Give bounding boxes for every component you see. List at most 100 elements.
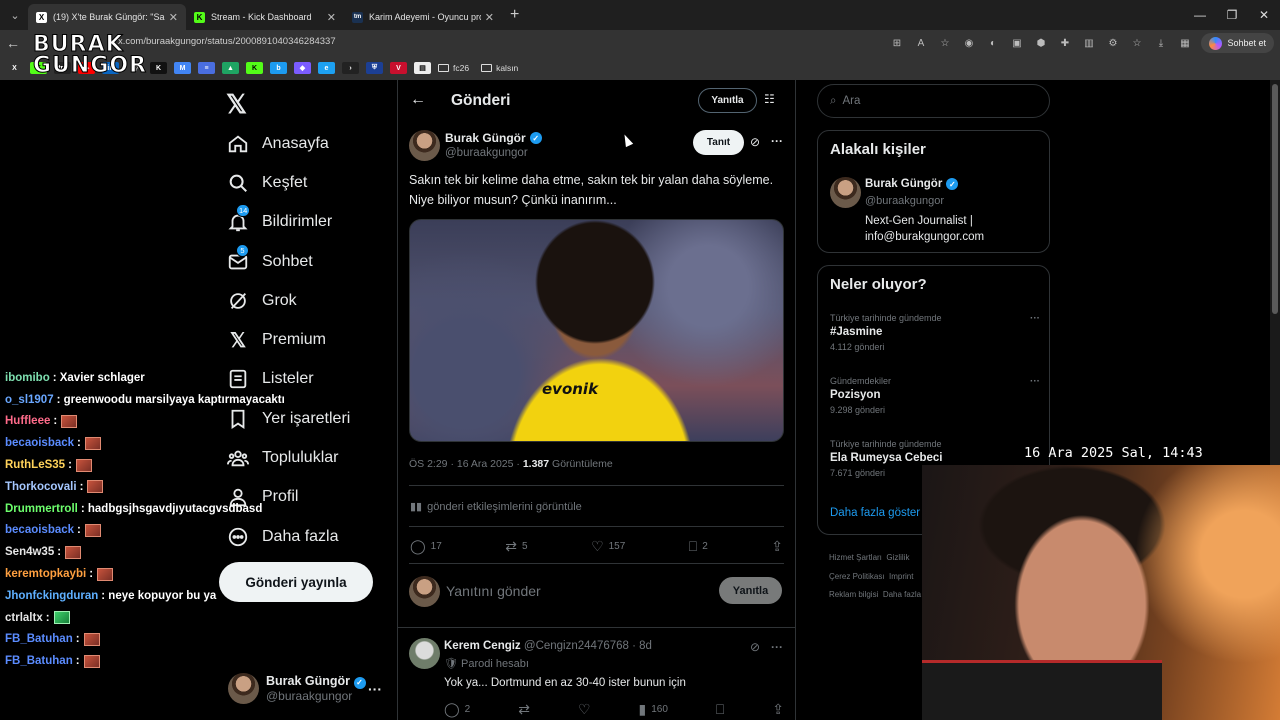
account-more-icon[interactable]: ··· xyxy=(368,681,382,697)
bookmark-kick-alt-icon[interactable]: K xyxy=(150,62,167,74)
nav-item-grok[interactable]: Grok xyxy=(226,281,350,320)
reply-author[interactable]: Kerem Cengiz @Cengizn24476768 · 8d xyxy=(444,640,652,652)
grok-explain-icon[interactable]: ⊘ xyxy=(750,640,760,654)
post-handle[interactable]: @buraakgungor xyxy=(445,147,528,159)
extension-icon[interactable]: ⬢ xyxy=(1029,35,1053,51)
search-icon: ⌕ xyxy=(830,94,837,107)
post-author[interactable]: Burak Güngör ✓ xyxy=(445,131,542,145)
extension-icon[interactable]: ⚙ xyxy=(1101,35,1125,51)
page-title: Gönderi xyxy=(451,92,511,109)
copilot-chat-button[interactable]: Sohbet et xyxy=(1201,33,1274,53)
like-action[interactable]: ♡ 157 xyxy=(591,538,625,555)
bookmark-kick-2-icon[interactable]: K xyxy=(246,62,263,74)
browser-tab-kick[interactable]: K Stream - Kick Dashboard ✕ xyxy=(186,4,344,30)
x-logo-icon[interactable]: 𝕏 xyxy=(226,89,247,120)
url-field[interactable]: x.com/buraakgungor/status/20008910403462… xyxy=(118,36,336,47)
follow-button[interactable]: Tanıt xyxy=(693,130,744,155)
close-tab-icon[interactable]: ✕ xyxy=(485,11,494,24)
footer-link[interactable]: Hizmet Şartları xyxy=(829,553,882,562)
footer-link[interactable]: Çerez Politikası xyxy=(829,572,885,581)
like-action[interactable]: ♡ xyxy=(578,701,591,718)
footer-link[interactable]: Imprint xyxy=(889,572,913,581)
app-install-icon[interactable]: ⊞ xyxy=(885,35,909,51)
nav-item-home[interactable]: Anasayfa xyxy=(226,124,350,163)
repost-action[interactable]: ⇄ xyxy=(518,701,530,718)
bookmark-x-icon[interactable]: X xyxy=(6,62,23,74)
header-reply-button[interactable]: Yanıtla xyxy=(698,88,757,113)
show-more-link[interactable]: Daha fazla göster xyxy=(830,507,920,519)
favorite-star-icon[interactable]: ☆ xyxy=(933,35,957,51)
close-tab-icon[interactable]: ✕ xyxy=(169,11,178,24)
window-close-icon[interactable]: ✕ xyxy=(1248,8,1280,22)
reply-action[interactable]: ◯ 17 xyxy=(410,538,442,555)
favorites-icon[interactable]: ☆ xyxy=(1125,35,1149,51)
extension-icon[interactable]: ◉ xyxy=(957,35,981,51)
collections-icon[interactable]: ▦ xyxy=(1173,35,1197,51)
scrollbar-thumb[interactable] xyxy=(1272,84,1278,314)
bookmark-action[interactable]: ⎕ 2 xyxy=(689,538,708,555)
tab-search-chevron-icon[interactable]: ⌄ xyxy=(2,4,28,26)
repost-count: 5 xyxy=(522,541,528,552)
share-action[interactable]: ⇪ xyxy=(772,701,784,718)
back-arrow-icon[interactable]: ← xyxy=(0,35,26,51)
split-screen-icon[interactable]: ▥ xyxy=(1077,35,1101,51)
chat-username: Sen4w35 xyxy=(5,546,55,559)
maximize-icon[interactable]: ❐ xyxy=(1216,8,1248,22)
nav-item-premium[interactable]: 𝕏 Premium xyxy=(226,320,350,359)
new-tab-icon[interactable]: + xyxy=(510,6,519,24)
extension-icon[interactable]: ◐ xyxy=(981,35,1005,51)
bookmark-gmail-icon[interactable]: M xyxy=(174,62,191,74)
bookmark-purple-icon[interactable]: ◆ xyxy=(294,62,311,74)
repost-action[interactable]: ⇄ 5 xyxy=(505,538,527,555)
nav-item-notifications[interactable]: 14 Bildirimler xyxy=(226,203,350,242)
bookmark-v-icon[interactable]: V xyxy=(390,62,407,74)
reply-submit-button[interactable]: Yanıtla xyxy=(719,577,782,604)
related-person-name[interactable]: Burak Güngör ✓ xyxy=(865,178,959,190)
views-action[interactable]: ▮ 160 xyxy=(638,701,667,718)
back-arrow-icon[interactable]: ← xyxy=(410,91,426,109)
bookmark-shield-icon[interactable]: ⛨ xyxy=(366,62,383,74)
chat-message: Sen4w35: xyxy=(5,541,285,563)
reply-input[interactable]: Yanıtını gönder xyxy=(446,583,541,599)
read-aloud-icon[interactable]: A xyxy=(909,35,933,51)
avatar[interactable] xyxy=(409,130,440,161)
downloads-icon[interactable]: ⤓ xyxy=(1149,35,1173,51)
bookmark-drive-icon[interactable]: ▲ xyxy=(222,62,239,74)
extension-icon[interactable]: ▣ xyxy=(1005,35,1029,51)
bookmark-blue-icon[interactable]: b xyxy=(270,62,287,74)
footer-link[interactable]: Daha fazla xyxy=(883,590,921,599)
footer-link[interactable]: Gizlilik xyxy=(886,553,909,562)
bookmark-page-icon[interactable]: ▤ xyxy=(414,62,431,74)
post-more-icon[interactable]: ··· xyxy=(771,134,783,148)
bookmark-edge-icon[interactable]: e xyxy=(318,62,335,74)
account-switcher[interactable]: Burak Güngör ✓ @buraakgungor xyxy=(228,673,366,704)
filter-sliders-icon[interactable]: ☷ xyxy=(764,92,775,106)
trend-more-icon[interactable]: ··· xyxy=(1030,313,1040,324)
minimize-icon[interactable]: — xyxy=(1184,8,1216,22)
nav-item-messages[interactable]: 5 Sohbet xyxy=(226,242,350,281)
bookmark-docs-icon[interactable]: ≡ xyxy=(198,62,215,74)
trend-item[interactable]: Gündemdekiler Pozisyon 9.298 gönderi ··· xyxy=(830,376,1040,415)
bookmark-prime-icon[interactable]: › xyxy=(342,62,359,74)
bookmark-folder-fc26[interactable]: fc26 xyxy=(438,63,469,73)
trend-more-icon[interactable]: ··· xyxy=(1030,376,1040,387)
avatar[interactable] xyxy=(409,638,440,669)
trend-item[interactable]: Türkiye tarihinde gündemde #Jasmine 4.11… xyxy=(830,313,1040,352)
avatar[interactable] xyxy=(830,177,861,208)
footer-link[interactable]: Reklam bilgisi xyxy=(829,590,878,599)
reply-more-icon[interactable]: ··· xyxy=(771,640,783,654)
grok-explain-icon[interactable]: ⊘ xyxy=(750,135,760,149)
nav-item-explore[interactable]: Keşfet xyxy=(226,163,350,202)
post-engagements-link[interactable]: ▮▮ gönderi etkileşimlerini görüntüle xyxy=(410,500,582,514)
post-image[interactable]: evonik xyxy=(409,219,784,442)
reply-action[interactable]: ◯ 2 xyxy=(444,701,470,718)
search-input[interactable]: ⌕ Ara xyxy=(817,84,1050,118)
close-tab-icon[interactable]: ✕ xyxy=(327,11,336,24)
puzzle-icon[interactable]: ✚ xyxy=(1053,35,1077,51)
bookmark-action[interactable]: ⎕ xyxy=(716,701,724,718)
post-time[interactable]: ÖS 2:29 · 16 Ara 2025 · xyxy=(409,458,523,470)
browser-tab-x[interactable]: X (19) X'te Burak Güngör: "Sakın tek… ✕ xyxy=(28,4,186,30)
bookmark-folder-kalsin[interactable]: kalsın xyxy=(481,63,518,73)
share-action[interactable]: ⇪ xyxy=(771,538,783,555)
browser-tab-transfermarkt[interactable]: tm Karim Adeyemi - Oyuncu profili 25… ✕ xyxy=(344,4,502,30)
